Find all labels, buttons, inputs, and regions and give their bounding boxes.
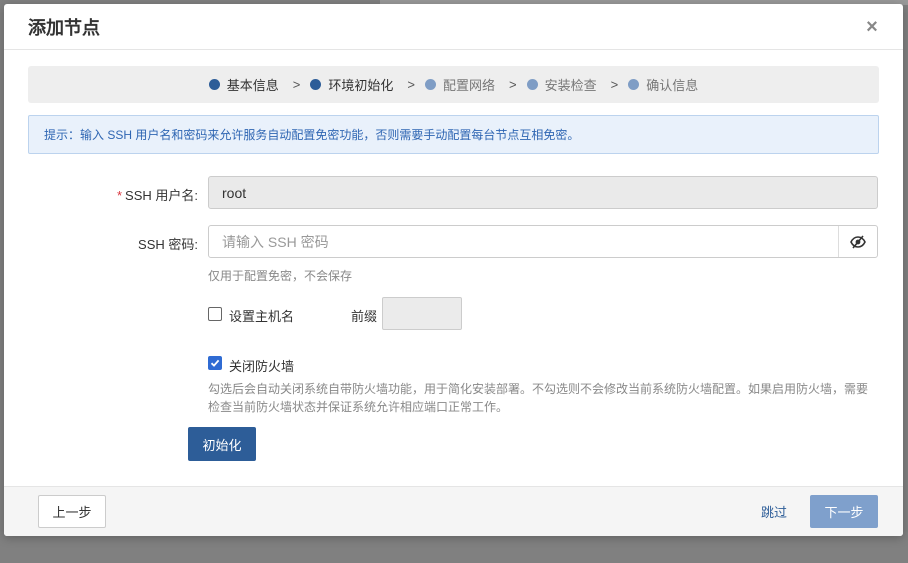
next-step-button[interactable]: 下一步 xyxy=(810,495,878,528)
skip-button[interactable]: 跳过 xyxy=(759,495,789,528)
eye-slash-icon[interactable] xyxy=(838,226,877,257)
firewall-help-line2: 检查当前防火墙状态并保证系统允许相应端口正常工作。 xyxy=(208,400,509,414)
prefix-input[interactable] xyxy=(382,297,462,330)
firewall-row: 关闭防火墙 勾选后会自动关闭系统自带防火墙功能，用于简化安装部署。不勾选则不会修… xyxy=(28,353,878,414)
step-dot-icon xyxy=(310,79,322,90)
initialize-button[interactable]: 初始化 xyxy=(188,427,256,461)
dialog-header: 添加节点 × xyxy=(4,4,903,50)
step-dot-icon xyxy=(208,79,220,90)
step-confirm-info: 确认信息 xyxy=(628,75,698,94)
step-install-check: 安装检查 xyxy=(526,75,597,94)
chevron-right-icon: > xyxy=(509,77,517,92)
chevron-right-icon: > xyxy=(407,77,415,92)
step-env-init: 环境初始化 xyxy=(310,75,393,94)
dialog-body: 基本信息 > 环境初始化 > 配置网络 > 安装检查 > 确认信息 提示：输入 … xyxy=(4,50,903,154)
dialog-footer: 上一步 跳过 下一步 xyxy=(4,486,903,536)
hostname-row: 设置主机名 前缀 xyxy=(28,297,878,331)
step-dot-icon xyxy=(628,79,640,90)
check-icon xyxy=(210,359,220,367)
step-dot-icon xyxy=(526,79,538,90)
wizard-steps: 基本信息 > 环境初始化 > 配置网络 > 安装检查 > 确认信息 xyxy=(28,66,879,103)
step-label: 安装检查 xyxy=(544,78,597,93)
disable-firewall-checkbox[interactable] xyxy=(208,356,222,370)
set-hostname-checkbox[interactable] xyxy=(208,307,222,321)
username-label-text: SSH 用户名: xyxy=(125,188,198,203)
firewall-help-line1: 勾选后会自动关闭系统自带防火墙功能，用于简化安装部署。不勾选则不会修改当前系统防… xyxy=(208,382,869,396)
disable-firewall-label[interactable]: 关闭防火墙 xyxy=(229,356,294,375)
set-hostname-label[interactable]: 设置主机名 xyxy=(229,306,294,325)
username-label: * SSH 用户名: xyxy=(28,185,198,204)
step-label: 基本信息 xyxy=(226,78,279,93)
hint-banner: 提示：输入 SSH 用户名和密码来允许服务自动配置免密功能，否则需要手动配置每台… xyxy=(28,115,879,154)
step-dot-icon xyxy=(424,79,436,90)
step-label: 环境初始化 xyxy=(328,78,394,93)
step-network-config: 配置网络 xyxy=(424,75,495,94)
prev-step-button[interactable]: 上一步 xyxy=(38,495,106,528)
dialog-title: 添加节点 xyxy=(28,17,100,38)
step-label: 确认信息 xyxy=(646,78,699,93)
password-label: SSH 密码: xyxy=(138,237,198,252)
step-label: 配置网络 xyxy=(442,78,495,93)
required-mark: * xyxy=(116,188,123,203)
close-icon[interactable]: × xyxy=(863,17,881,37)
add-node-dialog: 添加节点 × 基本信息 > 环境初始化 > 配置网络 > 安装检查 > 确认信息… xyxy=(4,4,903,536)
prefix-label: 前缀 xyxy=(351,309,378,324)
password-placeholder: 请输入 SSH 密码 xyxy=(222,233,329,250)
chevron-right-icon: > xyxy=(292,77,301,92)
username-row: * SSH 用户名: root xyxy=(28,176,878,210)
step-basic-info: 基本信息 xyxy=(208,75,279,94)
password-input[interactable]: 请输入 SSH 密码 xyxy=(208,225,878,258)
password-row: SSH 密码: 请输入 SSH 密码 仅用于配置免密，不会保存 xyxy=(28,225,878,285)
chevron-right-icon: > xyxy=(610,77,619,92)
password-help: 仅用于配置免密，不会保存 xyxy=(208,269,353,283)
username-input[interactable]: root xyxy=(208,176,878,209)
username-value: root xyxy=(222,184,247,201)
